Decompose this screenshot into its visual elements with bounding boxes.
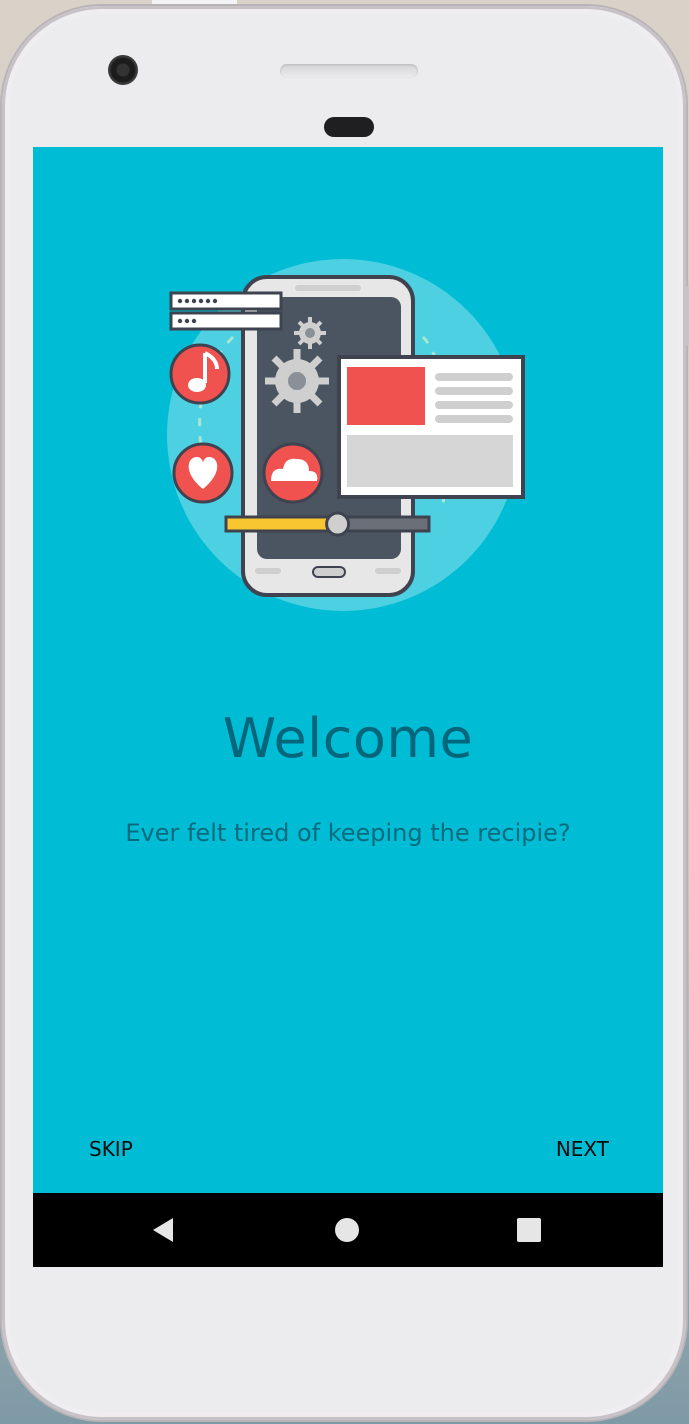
app-screen: Welcome Ever felt tired of keeping the r… — [33, 147, 663, 1193]
system-navigation-bar — [33, 1193, 663, 1267]
onboarding-illustration — [167, 259, 525, 611]
cloud-icon — [262, 442, 324, 504]
back-icon[interactable] — [149, 1216, 177, 1244]
front-camera — [108, 55, 138, 85]
slider-icon — [224, 511, 431, 537]
recent-apps-icon[interactable] — [517, 1218, 541, 1242]
home-icon[interactable] — [335, 1218, 359, 1242]
volume-button — [684, 286, 689, 346]
heart-icon — [172, 442, 234, 504]
skip-button[interactable]: SKIP — [79, 1133, 143, 1165]
onboarding-description: Ever felt tired of keeping the recipie? — [125, 819, 571, 847]
proximity-sensor — [324, 117, 374, 137]
next-button[interactable]: NEXT — [546, 1133, 619, 1165]
music-note-icon — [169, 343, 231, 405]
card-icon — [337, 355, 525, 499]
top-edge-strip — [152, 0, 237, 5]
onboarding-title: Welcome — [222, 707, 474, 770]
gear-icon — [265, 349, 329, 413]
earpiece-speaker — [280, 64, 418, 78]
